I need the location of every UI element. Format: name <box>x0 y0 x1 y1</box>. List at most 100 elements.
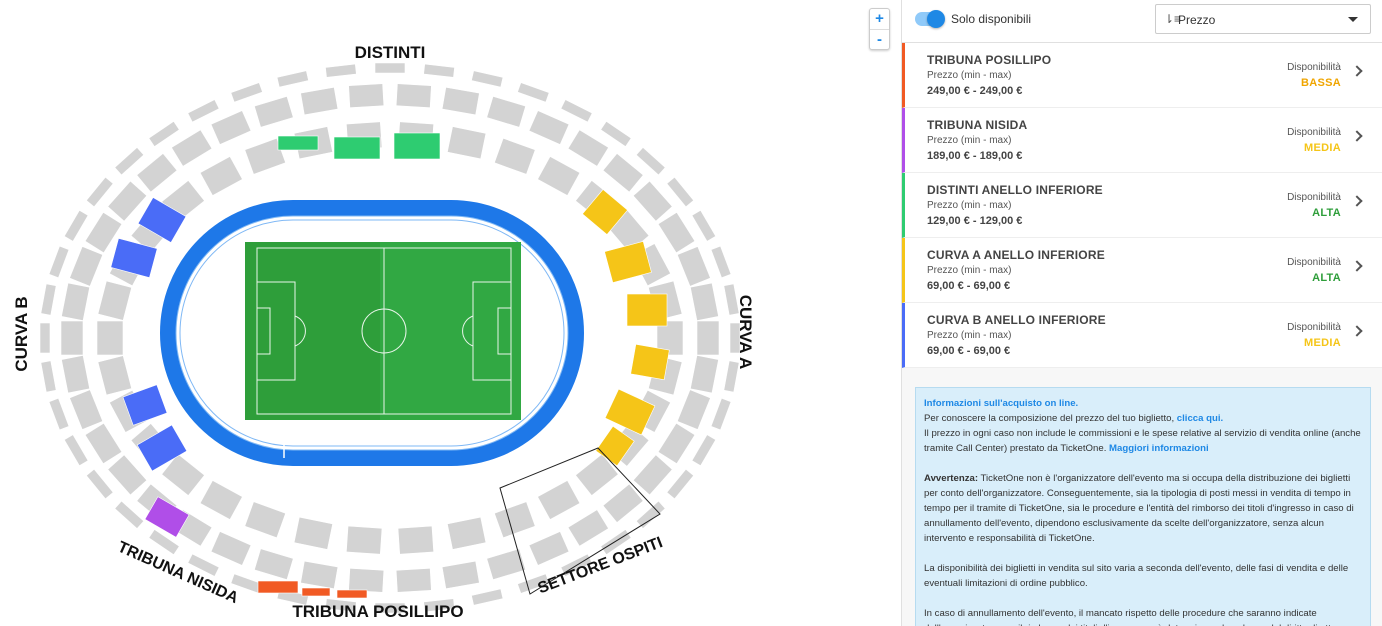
posillipo-section[interactable] <box>301 587 331 597</box>
seat-block[interactable] <box>446 516 487 550</box>
sector-item-curva-b-anello-inferiore[interactable]: CURVA B ANELLO INFERIORE Prezzo (min - m… <box>902 303 1382 368</box>
seat-block[interactable] <box>632 454 673 496</box>
seat-block[interactable] <box>300 560 339 590</box>
seat-block[interactable] <box>85 176 114 208</box>
seat-block[interactable] <box>276 70 309 88</box>
seat-block[interactable] <box>97 355 132 396</box>
curva-a-section[interactable] <box>630 343 670 381</box>
seat-block[interactable] <box>441 560 480 590</box>
seat-block[interactable] <box>395 83 432 108</box>
seat-block[interactable] <box>60 320 84 356</box>
seat-block[interactable] <box>528 110 570 145</box>
seat-block[interactable] <box>96 320 124 356</box>
seat-block[interactable] <box>148 120 180 147</box>
seat-block[interactable] <box>602 152 644 193</box>
stadium-map[interactable]: DISTINTI CURVA B CURVA A TRIBUNA NISIDA … <box>0 0 900 626</box>
seat-block[interactable] <box>348 83 385 108</box>
price-details-link[interactable]: clicca qui. <box>1177 413 1223 424</box>
seat-block[interactable] <box>666 176 695 208</box>
seat-block[interactable] <box>300 86 339 116</box>
seat-block[interactable] <box>346 525 383 555</box>
seat-block[interactable] <box>567 509 609 547</box>
seat-block[interactable] <box>244 501 286 539</box>
seat-block[interactable] <box>441 86 480 116</box>
seat-block[interactable] <box>107 454 148 496</box>
seat-block[interactable] <box>635 500 666 530</box>
seat-block[interactable] <box>254 548 294 580</box>
seat-block[interactable] <box>494 137 536 175</box>
seat-block[interactable] <box>691 434 717 467</box>
sort-select[interactable]: ⇂≡ Prezzo <box>1155 4 1371 34</box>
seat-block[interactable] <box>486 548 526 580</box>
seat-block[interactable] <box>69 389 104 430</box>
seat-block[interactable] <box>114 146 145 176</box>
seat-block[interactable] <box>254 96 294 128</box>
seat-block[interactable] <box>187 99 220 123</box>
sector-item-tribuna-posillipo[interactable]: TRIBUNA POSILLIPO Prezzo (min - max) 249… <box>902 43 1382 108</box>
seat-block[interactable] <box>560 99 593 123</box>
seat-block[interactable] <box>48 245 70 279</box>
seat-block[interactable] <box>528 531 570 566</box>
sector-item-distinti-anello-inferiore[interactable]: DISTINTI ANELLO INFERIORE Prezzo (min - … <box>902 173 1382 238</box>
seat-block[interactable] <box>395 568 432 593</box>
curva-a-section[interactable] <box>626 293 668 327</box>
seat-block[interactable] <box>230 82 263 103</box>
seat-block[interactable] <box>69 246 104 287</box>
seat-block[interactable] <box>666 468 695 500</box>
seat-block[interactable] <box>696 320 720 356</box>
seat-block[interactable] <box>325 63 357 78</box>
sector-item-curva-a-anello-inferiore[interactable]: CURVA A ANELLO INFERIORE Prezzo (min - m… <box>902 238 1382 303</box>
posillipo-section[interactable] <box>336 589 368 599</box>
seat-block[interactable] <box>537 480 581 520</box>
seat-block[interactable] <box>48 397 70 431</box>
seat-block[interactable] <box>635 146 666 176</box>
seat-block[interactable] <box>471 588 504 606</box>
seat-block[interactable] <box>39 322 51 354</box>
zoom-out-button[interactable]: - <box>870 29 889 49</box>
seat-block[interactable] <box>690 282 719 321</box>
seat-block[interactable] <box>471 70 504 88</box>
sector-item-tribuna-nisida[interactable]: TRIBUNA NISIDA Prezzo (min - max) 189,00… <box>902 108 1382 173</box>
seat-block[interactable] <box>171 129 213 167</box>
stadium-map-canvas[interactable]: DISTINTI CURVA B CURVA A TRIBUNA NISIDA … <box>0 0 900 626</box>
seat-block[interactable] <box>397 525 434 555</box>
seat-block[interactable] <box>293 516 334 550</box>
posillipo-section[interactable] <box>257 580 299 594</box>
zoom-in-button[interactable]: + <box>870 9 889 29</box>
only-available-toggle[interactable] <box>915 10 945 28</box>
seat-block[interactable] <box>40 360 57 393</box>
seat-block[interactable] <box>691 209 717 242</box>
seat-block[interactable] <box>210 531 252 566</box>
seat-block[interactable] <box>136 152 178 193</box>
distinti-section[interactable] <box>277 135 319 151</box>
seat-block[interactable] <box>567 129 609 167</box>
seat-block[interactable] <box>710 397 732 431</box>
seat-block[interactable] <box>199 480 243 520</box>
seat-block[interactable] <box>676 246 711 287</box>
seat-block[interactable] <box>97 280 132 321</box>
seat-block[interactable] <box>63 434 89 467</box>
seat-block[interactable] <box>690 355 719 394</box>
seat-block[interactable] <box>114 500 145 530</box>
seat-block[interactable] <box>61 282 90 321</box>
seat-block[interactable] <box>63 209 89 242</box>
seat-block[interactable] <box>657 211 696 254</box>
seat-block[interactable] <box>348 568 385 593</box>
seat-block[interactable] <box>107 180 148 222</box>
seat-block[interactable] <box>600 120 632 147</box>
seat-block[interactable] <box>210 110 252 145</box>
seat-block[interactable] <box>710 245 732 279</box>
distinti-section[interactable] <box>393 132 441 160</box>
seat-block[interactable] <box>517 82 550 103</box>
seat-block[interactable] <box>494 501 536 539</box>
seat-block[interactable] <box>676 389 711 430</box>
more-info-link[interactable]: Maggiori informazioni <box>1109 443 1209 454</box>
seat-block[interactable] <box>446 126 487 160</box>
seat-block[interactable] <box>85 468 114 500</box>
seat-block[interactable] <box>84 422 123 465</box>
seat-block[interactable] <box>657 422 696 465</box>
seat-block[interactable] <box>199 156 243 196</box>
distinti-section[interactable] <box>333 136 381 160</box>
seat-block[interactable] <box>632 180 673 222</box>
seat-block[interactable] <box>537 156 581 196</box>
